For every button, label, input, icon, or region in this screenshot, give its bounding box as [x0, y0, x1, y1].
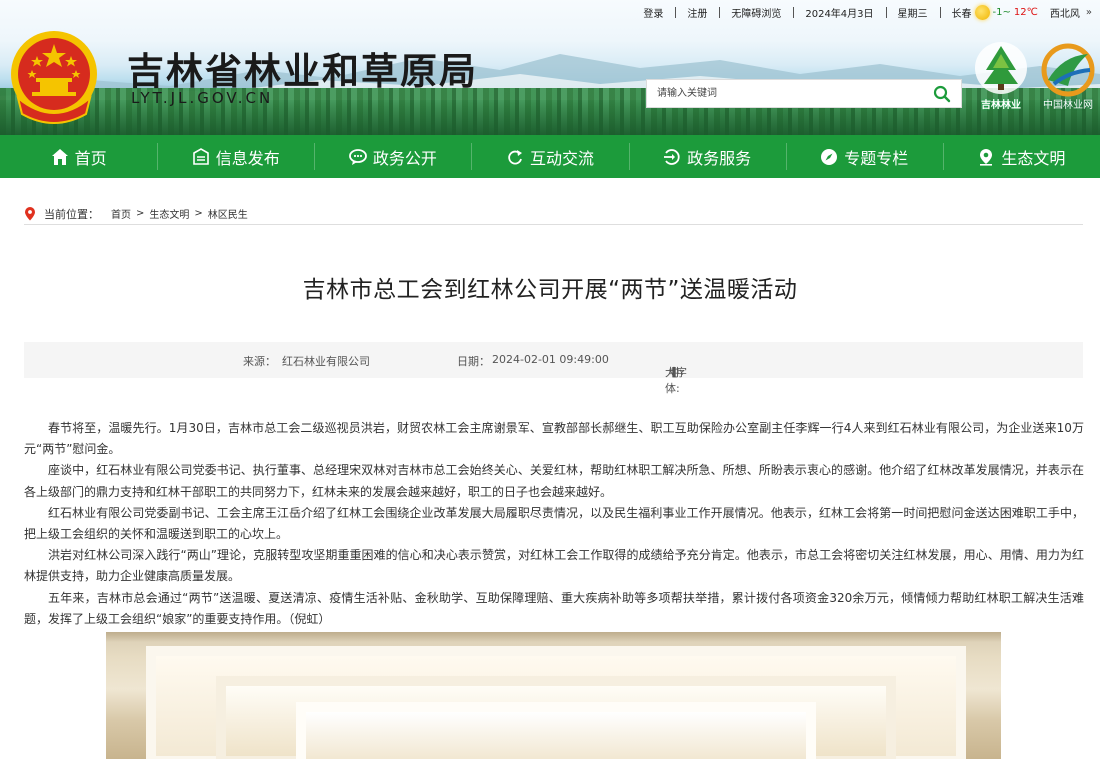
nav-item-label: 首页: [74, 148, 107, 168]
nav-item-label: 专题专栏: [844, 148, 909, 168]
font-size-close: 】: [672, 366, 683, 379]
national-emblem-icon: [11, 31, 97, 124]
chat-icon: [348, 148, 367, 165]
nav-item-label: 政务服务: [687, 148, 752, 168]
site-domain: LYT.JL.GOV.CN: [131, 89, 274, 107]
utility-bar: 登录 注册 无障碍浏览 2024年4月3日 星期三 长春 -1~ 12℃ 西北风 …: [631, 3, 1100, 21]
breadcrumb-ecology[interactable]: 生态文明: [149, 206, 189, 221]
nav-item-news[interactable]: 信息发布: [157, 135, 314, 178]
source-label: 来源：: [243, 355, 276, 368]
date-label: 日期：: [457, 355, 490, 368]
location-pin-icon: [25, 206, 35, 220]
nav-item-label: 信息发布: [215, 148, 280, 168]
article-title: 吉林市总工会到红林公司开展“两节”送温暖活动: [302, 277, 798, 303]
service-icon: [664, 148, 680, 165]
nav-item-label: 政务公开: [372, 148, 437, 168]
breadcrumb-forest-livelihood[interactable]: 林区民生: [208, 206, 248, 221]
nav-item-home[interactable]: 首页: [0, 135, 157, 178]
article-paragraph: 洪岩对红林公司深入践行“两山”理论，克服转型攻坚期重重困难的信心和决心表示赞赏，…: [24, 548, 1084, 584]
temp-low: -1~: [992, 6, 1011, 18]
news-icon: [192, 147, 209, 165]
nav-item-label: 互动交流: [529, 148, 594, 168]
weather-wind: 西北风: [1049, 8, 1080, 20]
article-meta: 来源： 红石林业有限公司 日期： 2024-02-01 09:49:00 【字体…: [24, 342, 1083, 395]
search-input[interactable]: [647, 80, 923, 107]
article-body: 春节将至，温暖先行。1月30日，吉林市总工会二级巡视员洪岩，财贸农林工会主席谢景…: [24, 418, 1084, 630]
date-value: 2024-02-01 09:49:00: [492, 353, 609, 366]
home-icon: [51, 148, 68, 165]
breadcrumb-separator: >: [136, 208, 145, 219]
nav-item-topics[interactable]: 专题专栏: [785, 135, 943, 178]
search-icon: [933, 85, 951, 102]
breadcrumb-separator: >: [194, 208, 203, 219]
header-banner: 登录 注册 无障碍浏览 2024年4月3日 星期三 长春 -1~ 12℃ 西北风 …: [0, 0, 1100, 135]
register-link[interactable]: 注册: [675, 5, 719, 20]
accessibility-link[interactable]: 无障碍浏览: [719, 5, 793, 20]
ceiling-panel: [296, 702, 816, 759]
weather-city: 长春: [951, 8, 972, 20]
compass-icon: [821, 148, 838, 165]
forestry-network-icon: [1041, 43, 1095, 97]
sun-icon: [974, 4, 990, 20]
current-date: 2024年4月3日: [793, 5, 885, 20]
location-icon: [980, 148, 993, 166]
weather-widget: 长春 -1~ 12℃: [939, 4, 1044, 20]
photo-edge: [106, 632, 1001, 642]
site-title[interactable]: 吉林省林业和草原局: [127, 41, 478, 95]
article-paragraph: 春节将至，温暖先行。1月30日，吉林市总工会二级巡视员洪岩，财贸农林工会主席谢景…: [24, 421, 1084, 457]
article-photo: [106, 632, 1001, 759]
nav-item-ecology[interactable]: 生态文明: [942, 135, 1100, 178]
jilin-forestry-logo[interactable]: 吉林林业: [970, 40, 1032, 111]
breadcrumb-label: 当前位置：: [44, 207, 99, 221]
search-box: [646, 79, 962, 108]
china-forestry-logo[interactable]: 中国林业网: [1036, 42, 1100, 112]
main-nav: 首页 信息发布 政务公开 互动交流 政务服务 专题专栏 生态文明: [0, 135, 1100, 178]
nav-item-gov-service[interactable]: 政务服务: [628, 135, 786, 178]
nav-item-interaction[interactable]: 互动交流: [471, 135, 628, 178]
more-arrow-icon[interactable]: »: [1084, 7, 1100, 18]
nav-item-gov-open[interactable]: 政务公开: [314, 135, 471, 178]
search-button[interactable]: [923, 80, 961, 107]
logo1-label: 吉林林业: [981, 100, 1021, 111]
logo2-label: 中国林业网: [1043, 100, 1093, 111]
article-paragraph: 红石林业有限公司党委副书记、工会主席王江岳介绍了红林工会围绕企业改革发展大局履职…: [24, 505, 1084, 542]
breadcrumb: 当前位置： 首页 > 生态文明 > 林区民生: [24, 203, 1083, 225]
temp-high: 12℃: [1013, 6, 1038, 18]
font-size-switcher: 【字体: 大 中 小】: [665, 353, 687, 395]
refresh-icon: [508, 149, 522, 164]
current-weekday: 星期三: [885, 5, 940, 20]
tree-logo-icon: [975, 42, 1027, 94]
login-link[interactable]: 登录: [631, 5, 675, 20]
article-paragraph: 座谈中，红石林业有限公司党委书记、执行董事、总经理宋双林对吉林市总工会始终关心、…: [24, 463, 1084, 499]
nav-item-label: 生态文明: [1001, 148, 1066, 168]
source-value: 红石林业有限公司: [282, 355, 370, 368]
article-paragraph: 五年来，吉林市总会通过“两节”送温暖、夏送清凉、疫情生活补贴、金秋助学、互助保障…: [24, 590, 1084, 626]
breadcrumb-home[interactable]: 首页: [111, 206, 131, 221]
